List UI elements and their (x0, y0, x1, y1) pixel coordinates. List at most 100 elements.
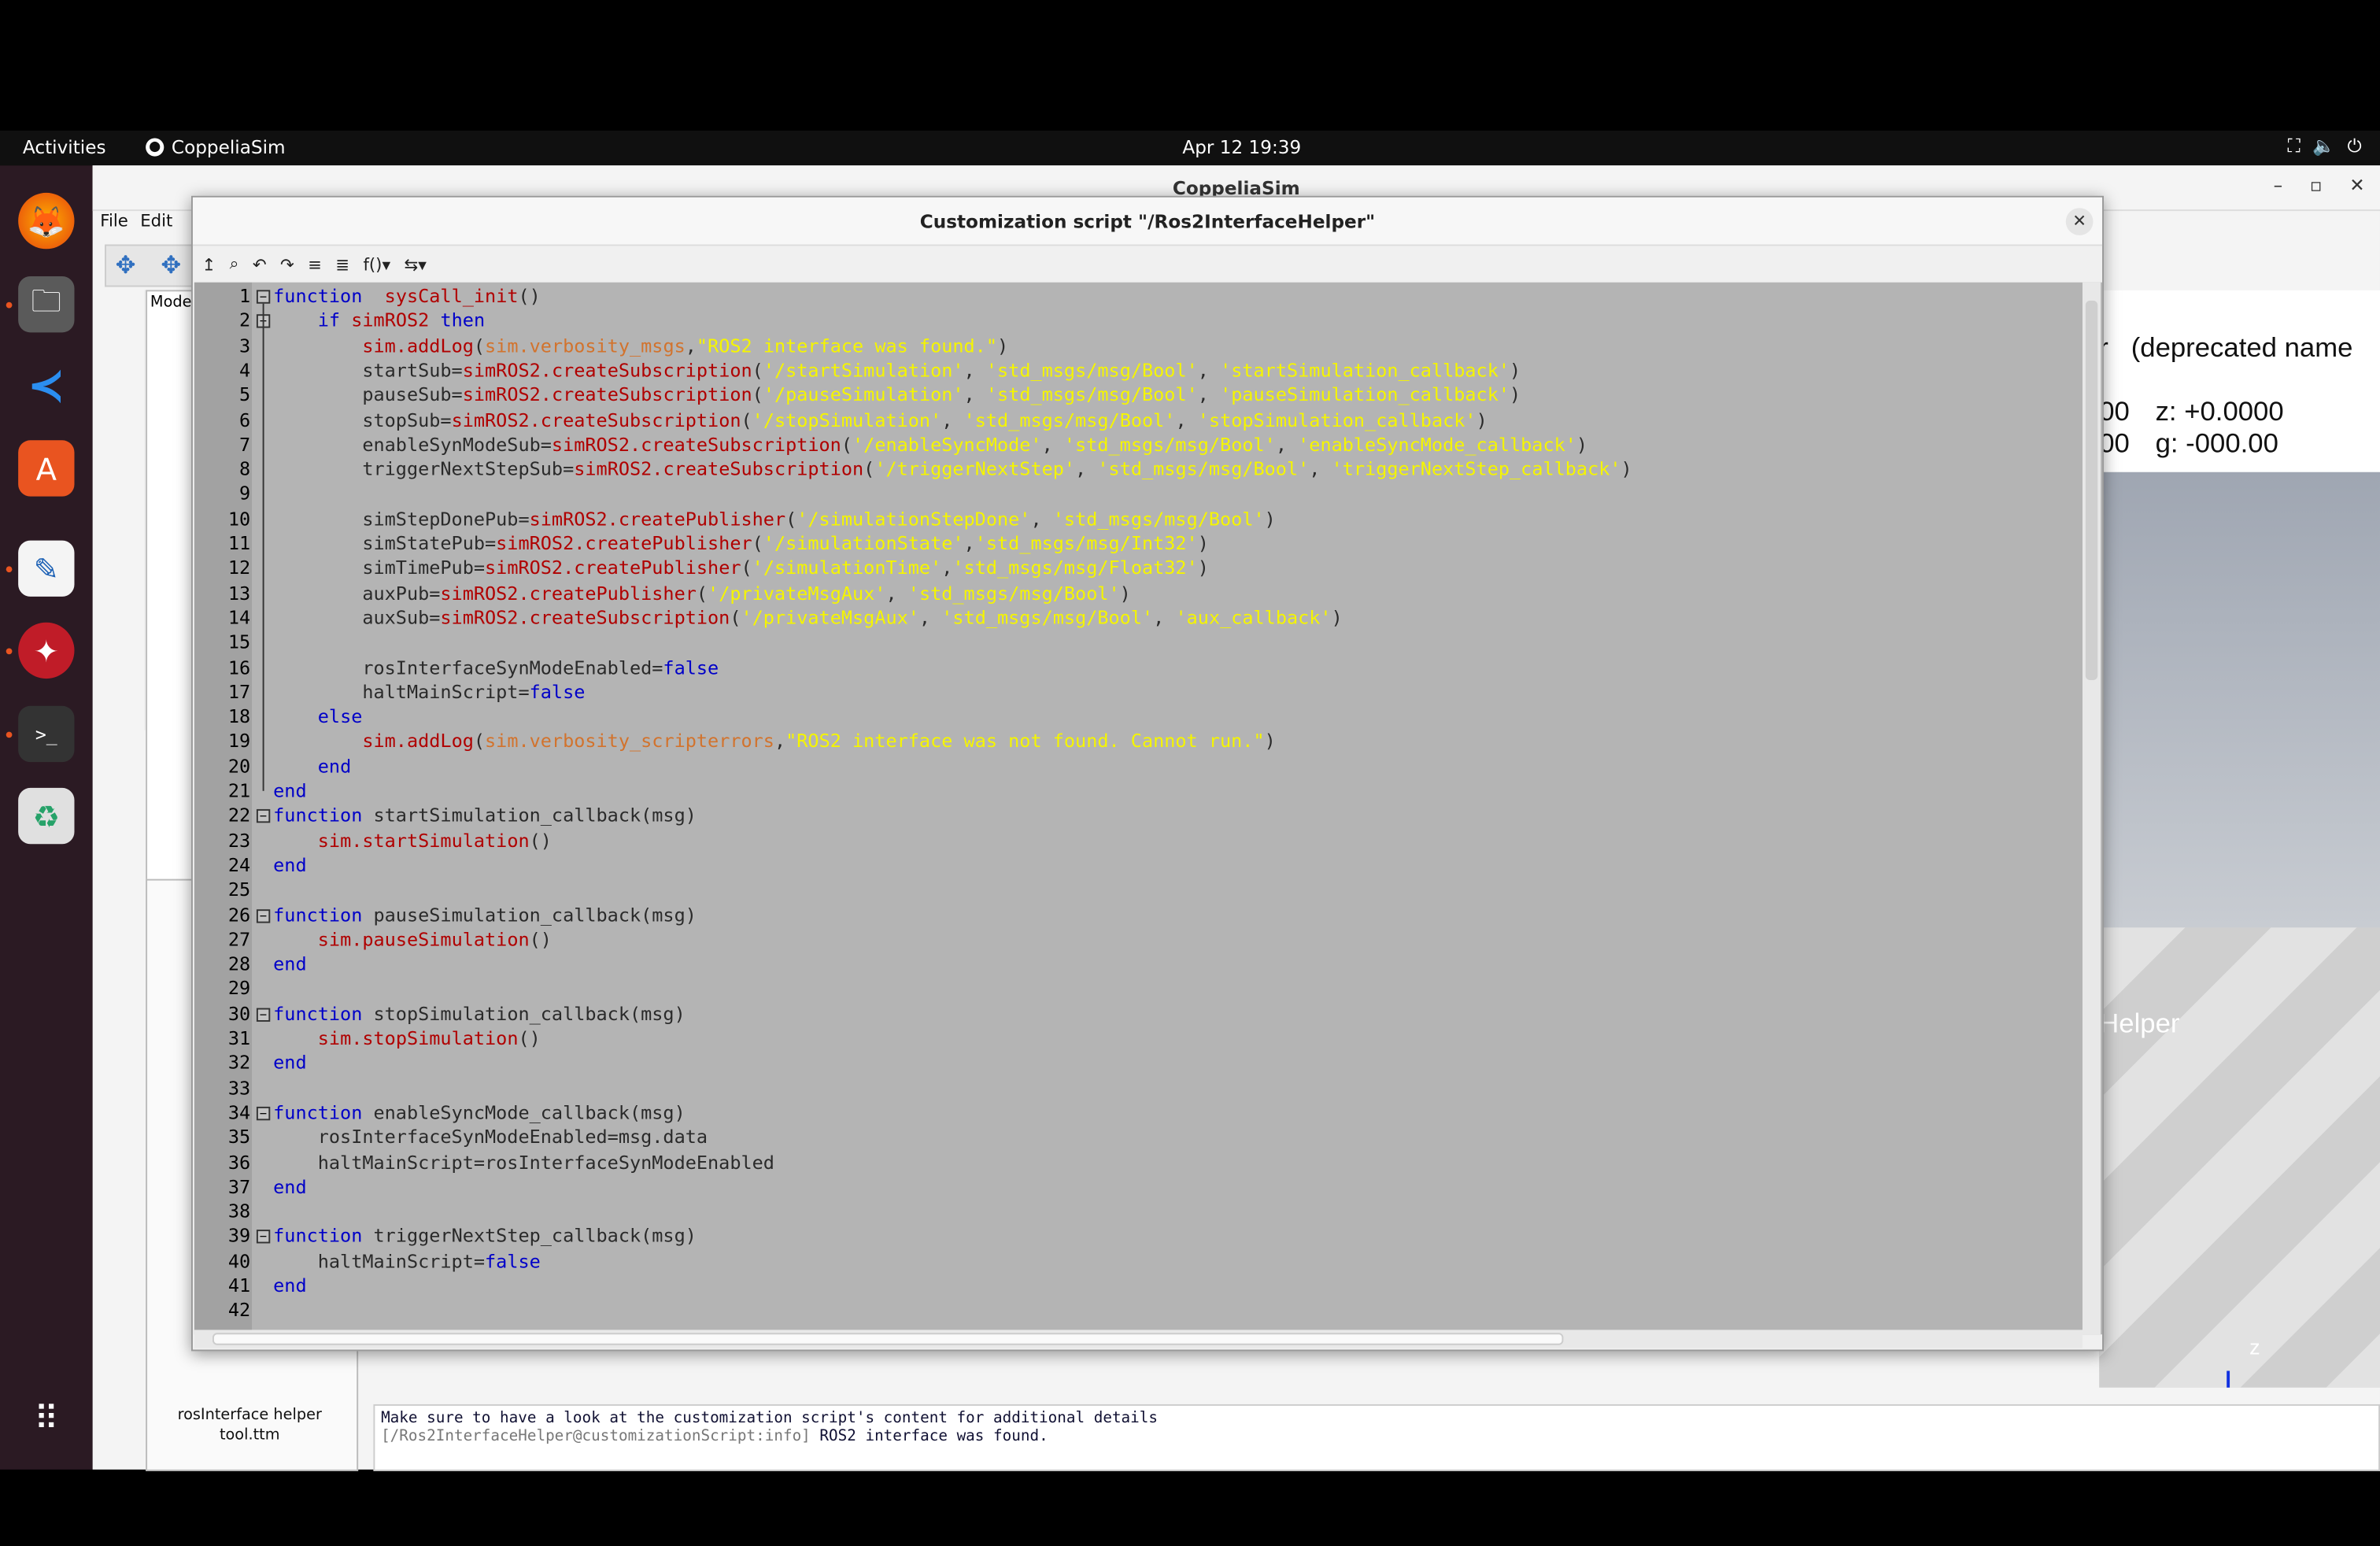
code-line[interactable]: 11 simStatePub=simROS2.createPublisher('… (194, 531, 2084, 556)
find-icon[interactable]: ⌕ (230, 253, 239, 275)
activities-button[interactable]: Activities (23, 137, 106, 158)
close-icon[interactable]: ✕ (2349, 175, 2364, 196)
scroll-thumb[interactable] (212, 1333, 1564, 1345)
code-line[interactable]: 5 pauseSub=simROS2.createSubscription('/… (194, 383, 2084, 407)
scroll-thumb[interactable] (2085, 300, 2098, 680)
model-browser-tab[interactable]: Mode (150, 294, 192, 311)
clock[interactable]: Apr 12 19:39 (1182, 137, 1301, 158)
code-line[interactable]: 34− function enableSyncMode_callback(msg) (194, 1100, 2084, 1125)
code-line[interactable]: 40 haltMainScript=false (194, 1249, 2084, 1274)
minimize-icon[interactable]: – (2274, 175, 2283, 196)
code-line[interactable]: 8 triggerNextStepSub=simROS2.createSubsc… (194, 457, 2084, 482)
fold-toggle-icon[interactable]: − (256, 1230, 271, 1245)
fold-toggle-icon[interactable]: − (256, 1106, 271, 1121)
line-number: 31 (227, 1027, 251, 1049)
code-line[interactable]: 7 enableSynModeSub=simROS2.createSubscri… (194, 432, 2084, 457)
code-line[interactable]: 27 sim.pauseSimulation() (194, 927, 2084, 952)
maximize-icon[interactable]: ▫ (2310, 175, 2323, 196)
line-number: 11 (227, 532, 251, 554)
line-number: 8 (239, 458, 251, 480)
move-camera-icon[interactable]: ✥ (116, 250, 136, 279)
code-line[interactable]: 41 end (194, 1274, 2084, 1298)
code-line[interactable]: 15 (194, 631, 2084, 655)
trash-icon[interactable]: ♻ (18, 787, 75, 845)
code-line[interactable]: 42 (194, 1298, 2084, 1322)
code-text: function enableSyncMode_callback(msg) (273, 1101, 686, 1123)
system-tray[interactable]: ⛶ 🔈 ⏻ (2288, 135, 2362, 158)
code-line[interactable]: 29 (194, 977, 2084, 1001)
code-line[interactable]: 6 stopSub=simROS2.createSubscription('/s… (194, 408, 2084, 432)
scene-view[interactable]: r (deprecated name 00 z: +0.0000 00 g: -… (2099, 290, 2380, 1388)
line-number: 4 (239, 359, 251, 381)
code-line[interactable]: 3 sim.addLog(sim.verbosity_msgs,"ROS2 in… (194, 334, 2084, 358)
functions-menu-icon[interactable]: f()▾ (363, 254, 390, 274)
code-line[interactable]: 1− function sysCall_init() (194, 284, 2084, 309)
code-line[interactable]: 12 simTimePub=simROS2.createPublisher('/… (194, 556, 2084, 580)
code-line[interactable]: 25 (194, 878, 2084, 902)
code-line[interactable]: 23 sim.startSimulation() (194, 828, 2084, 853)
code-line[interactable]: 20 end (194, 754, 2084, 779)
horizontal-scrollbar[interactable] (194, 1330, 2082, 1348)
code-line[interactable]: 33 (194, 1076, 2084, 1100)
vertical-scrollbar[interactable] (2082, 282, 2101, 1335)
line-number: 13 (227, 582, 251, 604)
code-line[interactable]: 18 else (194, 705, 2084, 729)
code-line[interactable]: 14 auxSub=simROS2.createSubscription('/p… (194, 605, 2084, 630)
status-console[interactable]: Make sure to have a look at the customiz… (373, 1404, 2380, 1471)
fold-toggle-icon[interactable]: − (256, 290, 271, 304)
code-line[interactable]: 9 (194, 482, 2084, 506)
code-line[interactable]: 16 rosInterfaceSynModeEnabled=false (194, 655, 2084, 679)
save-icon[interactable]: ↥ (201, 254, 216, 274)
close-icon[interactable]: ✕ (2065, 208, 2094, 235)
fold-toggle-icon[interactable]: − (256, 908, 271, 923)
code-line[interactable]: 30− function stopSimulation_callback(msg) (194, 1001, 2084, 1026)
show-apps-grid-icon[interactable]: ⠿ (18, 1392, 74, 1448)
coppeliasim-icon[interactable]: ✦ (18, 622, 75, 679)
code-text: simTimePub=simROS2.createPublisher('/sim… (273, 557, 1209, 579)
code-line[interactable]: 24 end (194, 853, 2084, 878)
code-text: end (273, 1052, 307, 1074)
code-text: end (273, 1176, 307, 1198)
indent-icon[interactable]: ≡ (308, 254, 322, 274)
firefox-icon[interactable]: 🦊 (18, 192, 75, 250)
code-line[interactable]: 13 auxPub=simROS2.createPublisher('/priv… (194, 581, 2084, 605)
code-line[interactable]: 21 end (194, 779, 2084, 803)
code-line[interactable]: 38 (194, 1200, 2084, 1224)
fold-toggle-icon[interactable]: − (256, 809, 271, 823)
fold-toggle-icon[interactable]: − (256, 1007, 271, 1022)
menu-file[interactable]: File (100, 211, 128, 242)
code-line[interactable]: 35 rosInterfaceSynModeEnabled=msg.data (194, 1125, 2084, 1149)
vscode-icon[interactable]: ≺ (18, 358, 74, 414)
code-line[interactable]: 2− if simROS2 then (194, 309, 2084, 333)
line-number: 1 (239, 285, 251, 307)
code-line[interactable]: 4 startSub=simROS2.createSubscription('/… (194, 358, 2084, 383)
code-line[interactable]: 19 sim.addLog(sim.verbosity_scripterrors… (194, 729, 2084, 753)
app-center-icon[interactable]: A (18, 440, 75, 497)
snippets-menu-icon[interactable]: ⇆▾ (404, 254, 426, 274)
menu-edit[interactable]: Edit (140, 211, 172, 242)
code-line[interactable]: 39− function triggerNextStep_callback(msg… (194, 1224, 2084, 1248)
code-line[interactable]: 28 end (194, 952, 2084, 976)
code-line[interactable]: 37 end (194, 1174, 2084, 1199)
code-text: haltMainScript=rosInterfaceSynModeEnable… (273, 1151, 774, 1173)
code-line[interactable]: 36 haltMainScript=rosInterfaceSynModeEna… (194, 1150, 2084, 1174)
terminal-icon[interactable]: >_ (18, 705, 75, 763)
code-line[interactable]: 26− function pauseSimulation_callback(msg… (194, 903, 2084, 927)
line-number: 5 (239, 384, 251, 406)
model-thumbnail-label[interactable]: rosInterface helper tool.ttm (147, 1406, 352, 1445)
code-line[interactable]: 22− function startSimulation_callback(msg… (194, 804, 2084, 828)
unindent-icon[interactable]: ≣ (335, 254, 349, 274)
redo-icon[interactable]: ↷ (280, 254, 294, 274)
app-menu[interactable]: ● CoppeliaSim (146, 137, 286, 158)
code-line[interactable]: 32 end (194, 1051, 2084, 1075)
text-editor-icon[interactable]: ✎ (18, 540, 75, 597)
code-text: function sysCall_init() (273, 285, 541, 307)
undo-icon[interactable]: ↶ (253, 254, 267, 274)
code-area[interactable]: 1−function sysCall_init()2− if simROS2 t… (194, 283, 2084, 1334)
code-editor[interactable]: 1−function sysCall_init()2− if simROS2 t… (194, 282, 2103, 1335)
code-line[interactable]: 17 haltMainScript=false (194, 680, 2084, 705)
code-line[interactable]: 31 sim.stopSimulation() (194, 1026, 2084, 1051)
rotate-camera-icon[interactable]: ✥ (161, 250, 181, 279)
files-icon[interactable]: 🗀 (18, 276, 75, 333)
code-line[interactable]: 10 simStepDonePub=simROS2.createPublishe… (194, 507, 2084, 531)
